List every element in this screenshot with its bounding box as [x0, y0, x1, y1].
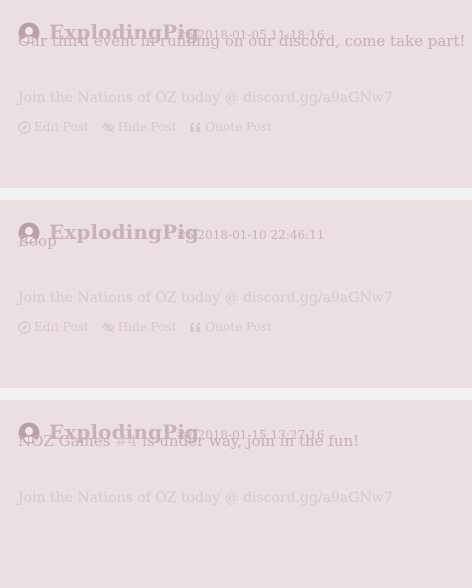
post-timestamp: 2018-01-10 22:46:11	[197, 228, 325, 242]
quote-post-button[interactable]: Quote Post	[189, 320, 272, 334]
edit-icon	[18, 120, 31, 134]
post: ExplodingPig #6 2018-01-10 22:46:11 Boop…	[0, 200, 472, 388]
quote-post-label: Quote Post	[205, 320, 272, 334]
hide-post-button[interactable]: Hide Post	[101, 120, 177, 134]
post-signature: Join the Nations of OZ today @ discord.g…	[18, 490, 393, 506]
hide-post-label: Hide Post	[117, 120, 177, 134]
quote-post-label: Quote Post	[205, 120, 272, 134]
post-content: Our third event in running on our discor…	[18, 32, 466, 50]
topic-link[interactable]: #4	[115, 432, 137, 450]
quote-post-button[interactable]: Quote Post	[189, 120, 272, 134]
post-divider	[0, 188, 472, 200]
edit-post-label: Edit Post	[34, 320, 89, 334]
post: ExplodingPig #5 2018-01-05 11:18:16 Our …	[0, 0, 472, 188]
post-content-text: NOZ Games	[18, 432, 116, 450]
eye-slash-icon	[101, 121, 115, 133]
post-number[interactable]: #6	[176, 228, 194, 242]
post-signature: Join the Nations of OZ today @ discord.g…	[18, 290, 393, 306]
post-actions: Edit Post Hide Post Quote Post	[18, 120, 272, 134]
edit-icon	[18, 320, 31, 334]
post-meta: #6 2018-01-10 22:46:11	[176, 228, 324, 242]
edit-post-button[interactable]: Edit Post	[18, 320, 89, 334]
post-divider	[0, 388, 472, 400]
post-content: NOZ Games #4 is under way, join in the f…	[18, 432, 359, 450]
post-content-text: is under way, join in the fun!	[137, 432, 360, 450]
hide-post-button[interactable]: Hide Post	[101, 320, 177, 334]
post: ExplodingPig #7 2018-01-15 13:27:16 NOZ …	[0, 400, 472, 588]
eye-slash-icon	[101, 321, 115, 333]
post-content: Boop	[18, 232, 57, 250]
quote-icon	[190, 322, 201, 332]
post-signature: Join the Nations of OZ today @ discord.g…	[18, 90, 393, 106]
post-header: ExplodingPig #6 2018-01-10 22:46:11	[0, 220, 472, 246]
post-actions: Edit Post Hide Post Quote Post	[18, 320, 272, 334]
quote-icon	[190, 122, 201, 132]
edit-post-button[interactable]: Edit Post	[18, 120, 89, 134]
edit-post-label: Edit Post	[34, 120, 89, 134]
hide-post-label: Hide Post	[117, 320, 177, 334]
